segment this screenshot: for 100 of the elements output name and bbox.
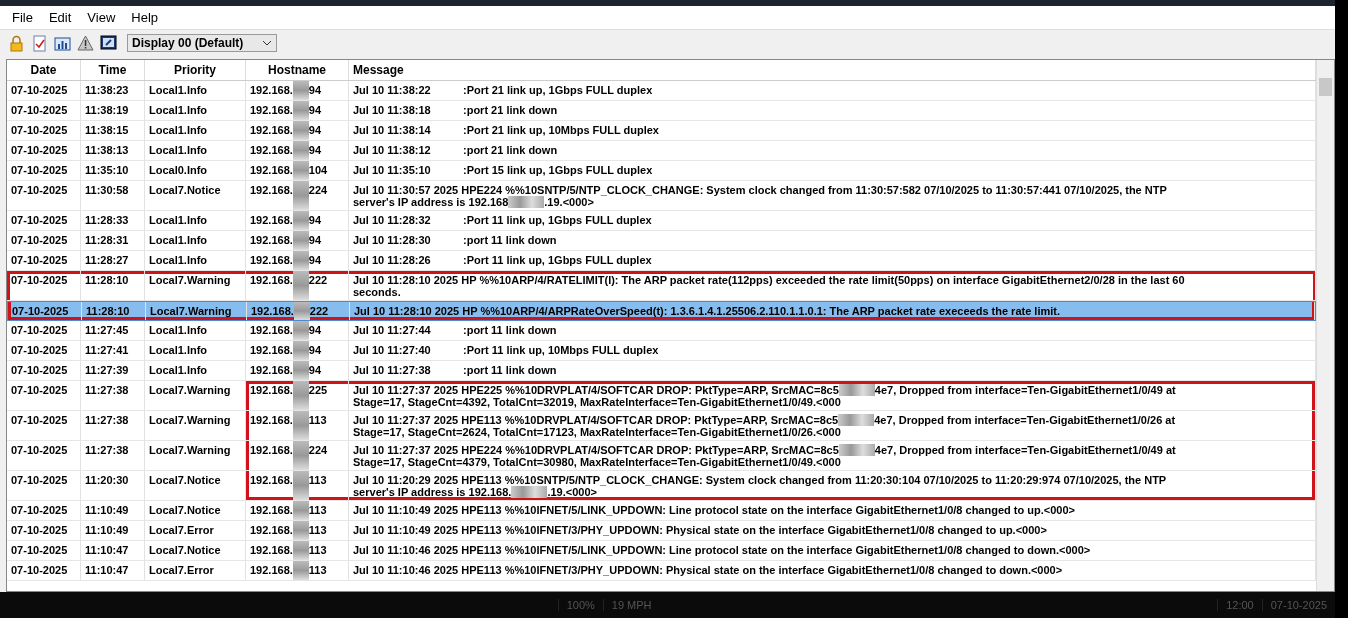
time-cell: 11:28:10: [81, 271, 145, 300]
message-cell: Jul 10 11:27:37 2025 HPE113 %%10DRVPLAT/4/SOFTCAR DROP: PktType=ARP, SrcMAC=8c5 4e7, Dropped from interface=Ten-GigabitEthernet1/0/26 at Stage=17, StageCnt=2624, TotalCnt=17123, MaxRateInterface=Ten-GigabitEthernet1/0/26.<000: [349, 411, 1316, 440]
menu-item[interactable]: File: [4, 9, 41, 27]
status-text: 12:00: [1217, 599, 1262, 611]
time-cell: 11:10:49: [81, 521, 145, 540]
hostname-text: 192.168.: [250, 323, 293, 338]
hostname-text: 94: [308, 103, 322, 118]
hostname-text: 192.168.: [250, 563, 293, 578]
log-row[interactable]: 07-10-2025 11:38:13 Local1.Info 192.168. 94 Jul 10 11:38:12 :port 21 link down: [7, 141, 1316, 161]
date-cell: 07-10-2025: [7, 211, 81, 230]
time-cell: 11:28:31: [81, 231, 145, 250]
hostname-text: 192.168.: [250, 183, 293, 198]
date-cell: 07-10-2025: [7, 361, 81, 380]
hostname-text: 222: [309, 304, 329, 319]
hostname-text: 192.168.: [251, 304, 294, 319]
log-row[interactable]: 07-10-2025 11:10:49 Local7.Error 192.168. 113 Jul 10 11:10:49 2025 HPE113 %%10IFNET/3/PHY_UPDOWN: Physical state on the interface GigabitEthernet1/0/8 changed to up.<000>: [7, 521, 1316, 541]
hostname-text: 94: [308, 83, 322, 98]
hostname-text: 94: [308, 363, 322, 378]
hostname-text: 222: [308, 273, 328, 288]
priority-cell: Local7.Notice: [145, 181, 246, 210]
log-row[interactable]: 07-10-2025 11:38:23 Local1.Info 192.168. 94 Jul 10 11:38:22 :Port 21 link up, 1Gbps FULL duplex: [7, 81, 1316, 101]
date-cell: 07-10-2025: [7, 411, 81, 440]
hostname-text: 113: [308, 563, 327, 578]
hostname-text: 94: [308, 323, 322, 338]
column-header[interactable]: Time: [81, 60, 145, 80]
hostname-text: 192.168.: [250, 413, 293, 428]
log-row[interactable]: 07-10-2025 11:27:41 Local1.Info 192.168. 94 Jul 10 11:27:40 :Port 11 link up, 10Mbps FULL duplex: [7, 341, 1316, 361]
date-cell: 07-10-2025: [7, 441, 81, 470]
date-cell: 07-10-2025: [7, 341, 81, 360]
priority-cell: Local1.Info: [145, 141, 246, 160]
log-row[interactable]: 07-10-2025 11:27:45 Local1.Info 192.168. 94 Jul 10 11:27:44 :port 11 link down: [7, 321, 1316, 341]
log-row[interactable]: 07-10-2025 11:10:47 Local7.Notice 192.168. 113 Jul 10 11:10:46 2025 HPE113 %%10IFNET/5/LINK_UPDOWN: Line protocol state on the interface GigabitEthernet1/0/8 changed to down.<000>: [7, 541, 1316, 561]
date-cell: 07-10-2025: [7, 561, 81, 580]
hostname-text: 113: [308, 413, 327, 428]
date-cell: 07-10-2025: [7, 471, 81, 500]
hostname-text: 94: [308, 143, 322, 158]
hostname-text: 192.168.: [250, 273, 293, 288]
hostname-text: 104: [308, 163, 328, 178]
message-cell: Jul 10 11:28:10 2025 HP %%10ARP/4/ARPRateOverSpeed(t): 1.3.6.1.4.1.25506.2.110.1.1.0.1: The ARP packet rate execeeds the rate limit.: [350, 302, 1315, 320]
column-header[interactable]: Priority: [145, 60, 246, 80]
display-dropdown[interactable]: Display 00 (Default): [127, 34, 277, 52]
log-row[interactable]: 07-10-2025 11:35:10 Local0.Info 192.168. 104 Jul 10 11:35:10 :Port 15 link up, 1Gbps FULL duplex: [7, 161, 1316, 181]
log-row[interactable]: 07-10-2025 11:27:39 Local1.Info 192.168. 94 Jul 10 11:27:38 :port 11 link down: [7, 361, 1316, 381]
hostname-text: 192.168.: [250, 473, 293, 488]
menu-item[interactable]: Edit: [40, 9, 80, 27]
log-row[interactable]: 07-10-2025 11:38:15 Local1.Info 192.168. 94 Jul 10 11:38:14 :Port 21 link up, 10Mbps FULL duplex: [7, 121, 1316, 141]
date-cell: 07-10-2025: [7, 541, 81, 560]
column-header[interactable]: Date: [7, 60, 81, 80]
log-row[interactable]: 07-10-2025 11:28:10 Local7.Warning 192.168. 222 Jul 10 11:28:10 2025 HP %%10ARP/4/ARPRateOverSpeed(t): 1.3.6.1.4.1.25506.2.110.1.1.0.1: The ARP packet rate execeeds the rate limit.: [7, 301, 1316, 321]
date-cell: 07-10-2025: [7, 251, 81, 270]
time-cell: 11:38:13: [81, 141, 145, 160]
hostname-text: 192.168.: [250, 543, 293, 558]
priority-cell: Local1.Info: [145, 211, 246, 230]
priority-cell: Local1.Info: [145, 81, 246, 100]
date-cell: 07-10-2025: [7, 501, 81, 520]
priority-cell: Local7.Notice: [145, 501, 246, 520]
date-cell: 07-10-2025: [7, 231, 81, 250]
hostname-text: 113: [308, 503, 327, 518]
log-row[interactable]: 07-10-2025 11:10:47 Local7.Error 192.168. 113 Jul 10 11:10:46 2025 HPE113 %%10IFNET/3/PHY_UPDOWN: Physical state on the interface GigabitEthernet1/0/8 changed to down.<000>: [7, 561, 1316, 581]
column-header[interactable]: Hostname: [246, 60, 349, 80]
hostname-text: 192.168.: [250, 443, 293, 458]
hostname-text: 192.168.: [250, 523, 293, 538]
priority-cell: Local7.Warning: [145, 271, 246, 300]
message-cell: Jul 10 11:27:37 2025 HPE225 %%10DRVPLAT/4/SOFTCAR DROP: PktType=ARP, SrcMAC=8c5 4e7, Dropped from interface=Ten-GigabitEthernet1/0/49 at Stage=17, StageCnt=4392, TotalCnt=32019, MaxRateInterface=Ten-GigabitEthernet1/0/49.<000: [349, 381, 1316, 410]
date-cell: 07-10-2025: [7, 121, 81, 140]
time-cell: 11:27:45: [81, 321, 145, 340]
log-row[interactable]: 07-10-2025 11:28:27 Local1.Info 192.168. 94 Jul 10 11:28:26 :Port 11 link up, 1Gbps FULL duplex: [7, 251, 1316, 271]
hostname-text: 94: [308, 253, 322, 268]
time-cell: 11:27:38: [81, 441, 145, 470]
time-cell: 11:27:39: [81, 361, 145, 380]
date-cell: 07-10-2025: [7, 521, 81, 540]
priority-cell: Local7.Warning: [145, 381, 246, 410]
status-text: 100%: [557, 599, 603, 611]
log-row[interactable]: 07-10-2025 11:28:31 Local1.Info 192.168. 94 Jul 10 11:28:30 :port 11 link down: [7, 231, 1316, 251]
hostname-text: 192.168.: [250, 213, 293, 228]
priority-cell: Local7.Error: [145, 521, 246, 540]
hostname-text: 224: [308, 183, 328, 198]
log-row[interactable]: 07-10-2025 11:10:49 Local7.Notice 192.168. 113 Jul 10 11:10:49 2025 HPE113 %%10IFNET/5/LINK_UPDOWN: Line protocol state on the interface GigabitEthernet1/0/8 changed to up.<000>: [7, 501, 1316, 521]
priority-cell: Local1.Info: [145, 231, 246, 250]
hostname-text: 192.168.: [250, 383, 293, 398]
hostname-text: 192.168.: [250, 143, 293, 158]
date-cell: 07-10-2025: [7, 81, 81, 100]
hostname-text: 192.168.: [250, 503, 293, 518]
log-row[interactable]: 07-10-2025 11:28:33 Local1.Info 192.168. 94 Jul 10 11:28:32 :Port 11 link up, 1Gbps FULL duplex: [7, 211, 1316, 231]
time-cell: 11:10:47: [81, 541, 145, 560]
priority-cell: Local1.Info: [145, 361, 246, 380]
log-row[interactable]: 07-10-2025 11:38:19 Local1.Info 192.168. 94 Jul 10 11:38:18 :port 21 link down: [7, 101, 1316, 121]
menu-item[interactable]: View: [79, 9, 124, 27]
menu-item[interactable]: Help: [123, 9, 167, 27]
hostname-text: 224: [308, 443, 328, 458]
message-cell: Jul 10 11:27:37 2025 HPE224 %%10DRVPLAT/4/SOFTCAR DROP: PktType=ARP, SrcMAC=8c5 4e7, Dropped from interface=Ten-GigabitEthernet1/0/49 at Stage=17, StageCnt=4379, TotalCnt=30980, MaxRateInterface=Ten-GigabitEthernet1/0/49.<000: [349, 441, 1316, 470]
time-cell: 11:10:47: [81, 561, 145, 580]
hostname-text: 192.168.: [250, 233, 293, 248]
time-cell: 11:27:38: [81, 411, 145, 440]
time-cell: 11:28:10: [82, 302, 146, 320]
date-cell: 07-10-2025: [7, 381, 81, 410]
message-cell: Jul 10 11:30:57 2025 HPE224 %%10SNTP/5/NTP_CLOCK_CHANGE: System clock changed from 11:30:57:582 07/10/2025 to 11:30:57:441 07/10/2025, the NTP server's IP address is 192.168 .19.<000>: [349, 181, 1316, 210]
time-cell: 11:28:33: [81, 211, 145, 230]
priority-cell: Local7.Notice: [145, 471, 246, 500]
hostname-text: 192.168.: [250, 163, 293, 178]
